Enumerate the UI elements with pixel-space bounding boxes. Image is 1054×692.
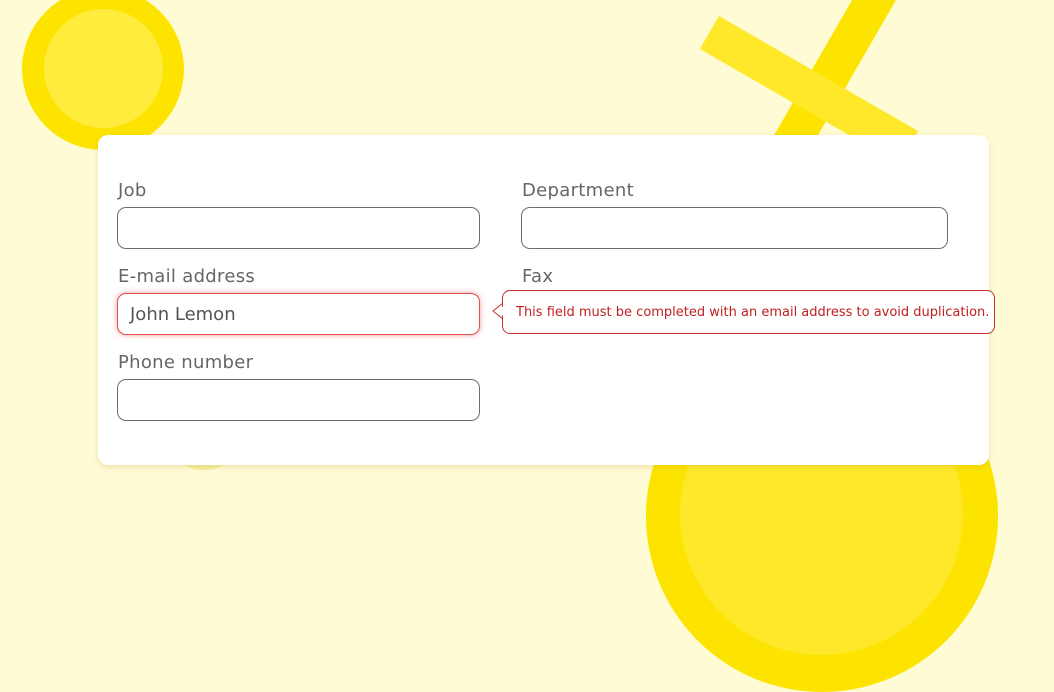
phone-input[interactable] bbox=[117, 379, 480, 421]
department-input[interactable] bbox=[521, 207, 948, 249]
email-input[interactable]: John Lemon bbox=[117, 293, 480, 335]
tooltip-arrow-fill bbox=[497, 304, 506, 318]
email-error-tooltip: This field must be completed with an ema… bbox=[502, 290, 995, 334]
fax-label: Fax bbox=[522, 266, 554, 287]
phone-label: Phone number bbox=[118, 352, 254, 373]
job-input[interactable] bbox=[117, 207, 480, 249]
email-label: E-mail address bbox=[118, 266, 256, 287]
job-label: Job bbox=[118, 180, 147, 201]
department-label: Department bbox=[522, 180, 634, 201]
error-message: This field must be completed with an ema… bbox=[516, 304, 990, 320]
decorative-circle-top-left-inner bbox=[44, 9, 163, 128]
